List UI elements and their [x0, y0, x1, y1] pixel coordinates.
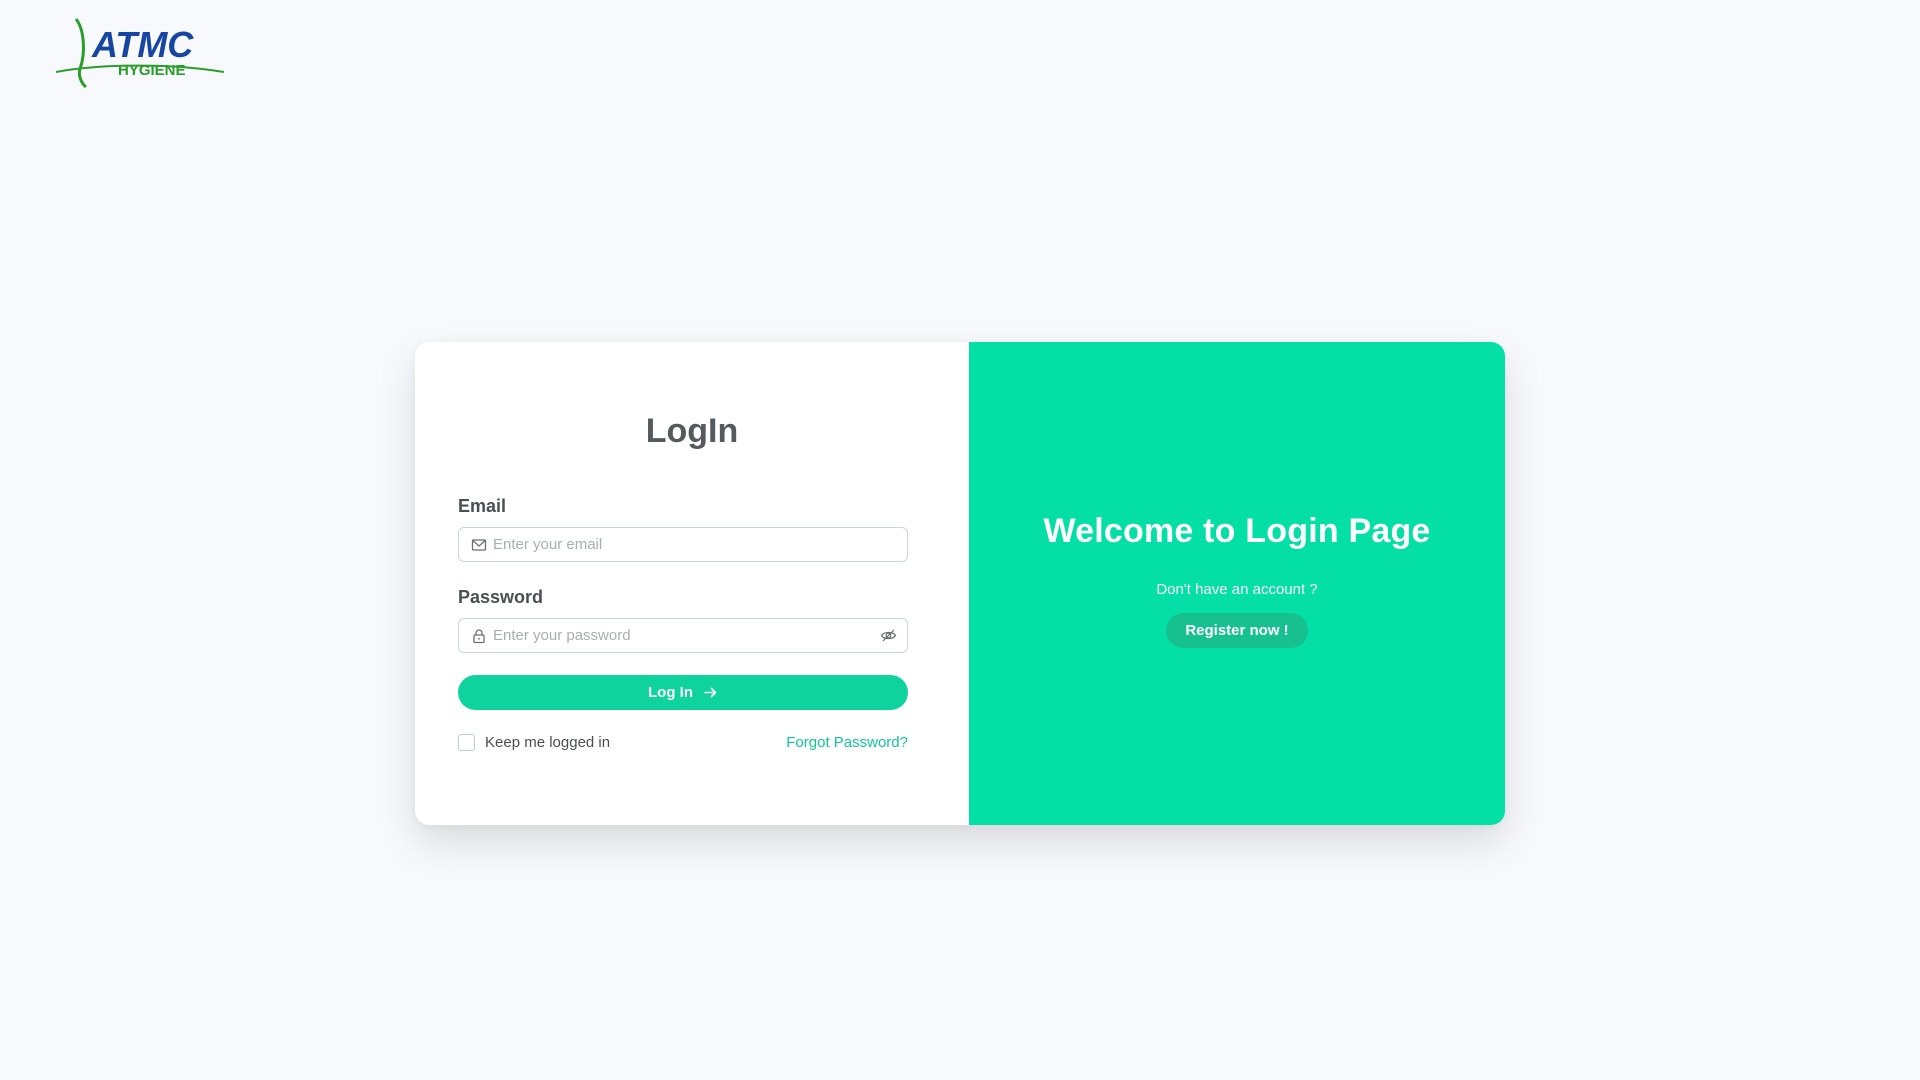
- forgot-password-link[interactable]: Forgot Password?: [786, 734, 908, 751]
- email-label: Email: [458, 496, 507, 516]
- email-input[interactable]: [487, 528, 907, 561]
- password-field-wrapper: [458, 618, 908, 653]
- svg-text:ATMC: ATMC: [91, 24, 194, 65]
- password-label: Password: [458, 587, 544, 607]
- mail-icon: [471, 537, 487, 553]
- remember-me-checkbox[interactable]: [458, 734, 475, 751]
- logo: ATMC HYGIENE: [54, 17, 226, 89]
- lock-icon: [471, 628, 487, 644]
- arrow-right-icon: [703, 685, 718, 700]
- password-input[interactable]: [487, 619, 869, 652]
- welcome-title: Welcome to Login Page: [1043, 512, 1431, 550]
- atmc-hygiene-logo: ATMC HYGIENE: [55, 18, 225, 89]
- no-account-text: Don't have an account ?: [1156, 581, 1318, 598]
- login-card: LogIn Email Password: [415, 342, 1505, 825]
- login-title: LogIn: [645, 412, 739, 450]
- email-field-wrapper: [458, 527, 908, 562]
- eye-off-icon[interactable]: [869, 619, 907, 652]
- remember-me-label: Keep me logged in: [485, 734, 611, 751]
- login-button-label: Log In: [648, 684, 693, 701]
- login-panel: LogIn Email Password: [415, 342, 969, 825]
- svg-text:HYGIENE: HYGIENE: [118, 62, 186, 79]
- remember-me: Keep me logged in: [458, 734, 610, 751]
- login-button[interactable]: Log In: [458, 675, 908, 710]
- welcome-panel: Welcome to Login Page Don't have an acco…: [969, 342, 1505, 825]
- register-button[interactable]: Register now !: [1166, 613, 1308, 648]
